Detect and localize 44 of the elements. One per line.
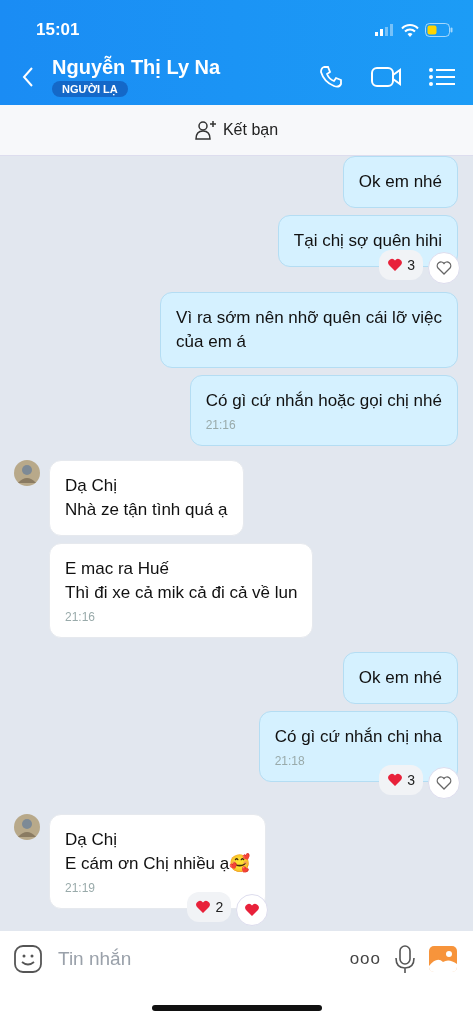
like-button[interactable] (428, 252, 460, 284)
message-text: Có gì cứ nhắn chị nha (274, 726, 442, 748)
contact-name: Nguyễn Thị Ly Na (52, 56, 221, 79)
heart-icon (435, 774, 453, 792)
message-time: 21:16 (65, 610, 97, 624)
stranger-badge: NGƯỜI LẠ (52, 81, 128, 97)
message-time: 21:16 (205, 418, 237, 432)
signal-icon (375, 24, 395, 36)
menu-icon[interactable] (429, 66, 455, 87)
sticker-icon[interactable] (14, 945, 42, 973)
message-text: Vì ra sớm nên nhỡ quên cái lỡ việc của em á (176, 307, 442, 353)
add-person-icon (194, 120, 217, 140)
avatar[interactable] (14, 814, 40, 840)
image-icon[interactable] (429, 946, 457, 972)
wifi-icon (401, 23, 419, 37)
avatar[interactable] (14, 460, 40, 486)
message-text: Có gì cứ nhắn hoặc gọi chị nhé (205, 390, 442, 412)
more-options[interactable]: ooo (349, 949, 381, 969)
heart-icon (195, 899, 212, 915)
heart-icon (387, 772, 404, 788)
like-button[interactable] (236, 894, 269, 926)
message-text: E mac ra Huế Thì đi xe cả mik cả đi cả về lun (65, 558, 298, 604)
message-text: Ok em nhé (358, 171, 442, 193)
message-text: Dạ Chị E cám ơn Chị nhiều ạ🥰 (65, 829, 251, 875)
microphone-icon[interactable] (395, 945, 415, 973)
message-time: 21:19 (65, 881, 97, 895)
status-time: 15:01 (36, 20, 80, 40)
add-friend-button[interactable]: Kết bạn (188, 119, 285, 141)
back-icon[interactable] (22, 65, 34, 88)
reaction-number: 3 (407, 771, 415, 790)
message-time: 21:18 (274, 754, 306, 768)
heart-icon (243, 901, 262, 919)
message-text: Ok em nhé (358, 667, 442, 689)
reaction-number: 3 (407, 256, 415, 275)
message-text: Dạ Chị Nhà ze tận tình quá ạ (65, 475, 228, 521)
battery-icon (425, 23, 453, 37)
heart-icon (387, 257, 404, 273)
video-call-icon[interactable] (371, 65, 401, 88)
message-text: Tại chị sợ quên hihi (293, 230, 442, 252)
reaction-number: 2 (215, 898, 224, 917)
phone-icon[interactable] (319, 64, 343, 89)
heart-icon (435, 259, 453, 277)
message-input[interactable]: Tin nhắn (56, 947, 336, 971)
like-button[interactable] (428, 767, 460, 799)
